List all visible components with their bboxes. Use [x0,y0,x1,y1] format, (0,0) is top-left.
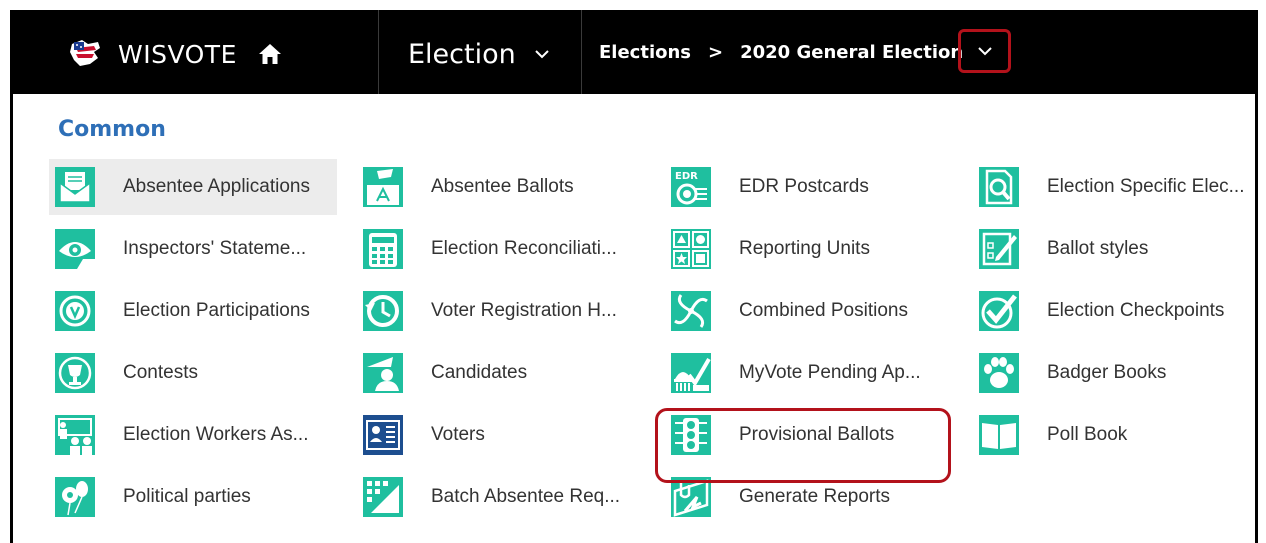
menu-item-label: Candidates [431,362,528,383]
menu-item-voter-registration-history[interactable]: Voter Registration H... [357,283,657,339]
chevron-down-icon [977,47,992,56]
ballot-box-icon [363,167,403,207]
workers-icon [55,415,95,455]
menu-item-reporting-units[interactable]: Reporting Units [665,221,965,277]
menu-item-edr-postcards[interactable]: EDR EDR Postcards [665,159,965,215]
menu-item-absentee-ballots[interactable]: Absentee Ballots [357,159,657,215]
batch-request-icon [363,477,403,517]
eye-document-icon [55,229,95,269]
menu-item-label: Voters [431,424,485,445]
open-book-icon [979,415,1019,455]
menu-item-label: Absentee Ballots [431,176,574,197]
voter-card-icon [363,415,403,455]
menu-item-poll-book[interactable]: Poll Book [973,407,1263,463]
menu-item-election-reconciliation[interactable]: Election Reconciliati... [357,221,657,277]
menu-item-provisional-ballots[interactable]: Provisional Ballots [665,407,965,463]
menu-item-candidates[interactable]: Candidates [357,345,657,401]
menu-item-label: MyVote Pending Ap... [739,362,921,383]
menu-item-label: Poll Book [1047,424,1128,445]
calculator-icon [363,229,403,269]
menu-item-label: Combined Positions [739,300,908,321]
breadcrumb-separator: > [708,41,724,63]
menu-item-label: Reporting Units [739,238,870,259]
menu-item-inspectors-statements[interactable]: Inspectors' Stateme... [49,221,337,277]
menu-item-label: Election Workers As... [123,424,309,445]
report-clip-icon [671,477,711,517]
brand-name: WISVOTE [118,39,237,69]
app-name: Election [408,38,516,70]
menu-item-ballot-styles[interactable]: Ballot styles [973,221,1263,277]
breadcrumb: Elections > 2020 General Election [599,40,963,64]
chevron-down-icon [535,50,549,59]
edr-postcard-icon: EDR [671,167,711,207]
reporting-units-icon [671,229,711,269]
envelope-icon [55,167,95,207]
menu-item-label: Political parties [123,486,251,507]
candidate-icon [363,353,403,393]
divider [378,10,379,94]
menu-item-election-specific-elections[interactable]: Election Specific Elec... [973,159,1263,215]
app-frame: WISVOTE Election Elections > 2020 Genera… [10,10,1258,543]
vote-badge-icon [55,291,95,331]
menu-item-label: Badger Books [1047,362,1167,383]
divider [581,10,582,94]
menu-item-election-workers[interactable]: Election Workers As... [49,407,337,463]
menu-item-label: Generate Reports [739,486,891,507]
menu-item-label: Voter Registration H... [431,300,617,321]
section-title: Common [58,117,166,142]
breadcrumb-current-election[interactable]: 2020 General Election [740,42,963,63]
wisconsin-flag-icon [70,40,100,66]
menu-item-voters[interactable]: Voters [357,407,657,463]
ballot-edit-icon [979,229,1019,269]
menu-item-contests[interactable]: Contests [49,345,337,401]
menu-item-batch-absentee-requests[interactable]: Batch Absentee Req... [357,469,657,525]
menu-item-myvote-pending-applications[interactable]: MyVote Pending Ap... [665,345,965,401]
menu-item-absentee-applications[interactable]: Absentee Applications [49,159,337,215]
menu-item-label: Inspectors' Stateme... [123,238,307,259]
document-search-icon [979,167,1019,207]
traffic-light-icon [671,415,711,455]
history-clock-icon [363,291,403,331]
swirl-icon [671,291,711,331]
menu-item-label: Batch Absentee Req... [431,486,621,507]
menu-item-label: Ballot styles [1047,238,1149,259]
brand[interactable]: WISVOTE [68,34,283,74]
menu-item-label: Election Participations [123,300,310,321]
balloons-icon [55,477,95,517]
capitol-check-icon [671,353,711,393]
checkmark-icon [979,291,1019,331]
menu-item-label: Election Specific Elec... [1047,176,1245,197]
app-switcher[interactable]: Election [408,34,550,74]
home-icon[interactable] [257,41,283,67]
menu-item-label: Contests [123,362,198,383]
menu-item-combined-positions[interactable]: Combined Positions [665,283,965,339]
menu-item-label: Absentee Applications [123,176,310,197]
svg-text:EDR: EDR [675,171,698,182]
breadcrumb-dropdown-button[interactable] [958,29,1011,73]
menu-item-label: Election Reconciliati... [431,238,617,259]
trophy-icon [55,353,95,393]
menu-item-election-participations[interactable]: Election Participations [49,283,337,339]
menu-item-label: Provisional Ballots [739,424,895,445]
paw-icon [979,353,1019,393]
menu-item-generate-reports[interactable]: Generate Reports [665,469,965,525]
menu-item-badger-books[interactable]: Badger Books [973,345,1263,401]
menu-item-label: Election Checkpoints [1047,300,1225,321]
menu-item-election-checkpoints[interactable]: Election Checkpoints [973,283,1263,339]
top-navigation-bar: WISVOTE Election Elections > 2020 Genera… [13,10,1255,94]
menu-item-label: EDR Postcards [739,176,869,197]
menu-item-political-parties[interactable]: Political parties [49,469,337,525]
breadcrumb-elections[interactable]: Elections [599,42,691,63]
